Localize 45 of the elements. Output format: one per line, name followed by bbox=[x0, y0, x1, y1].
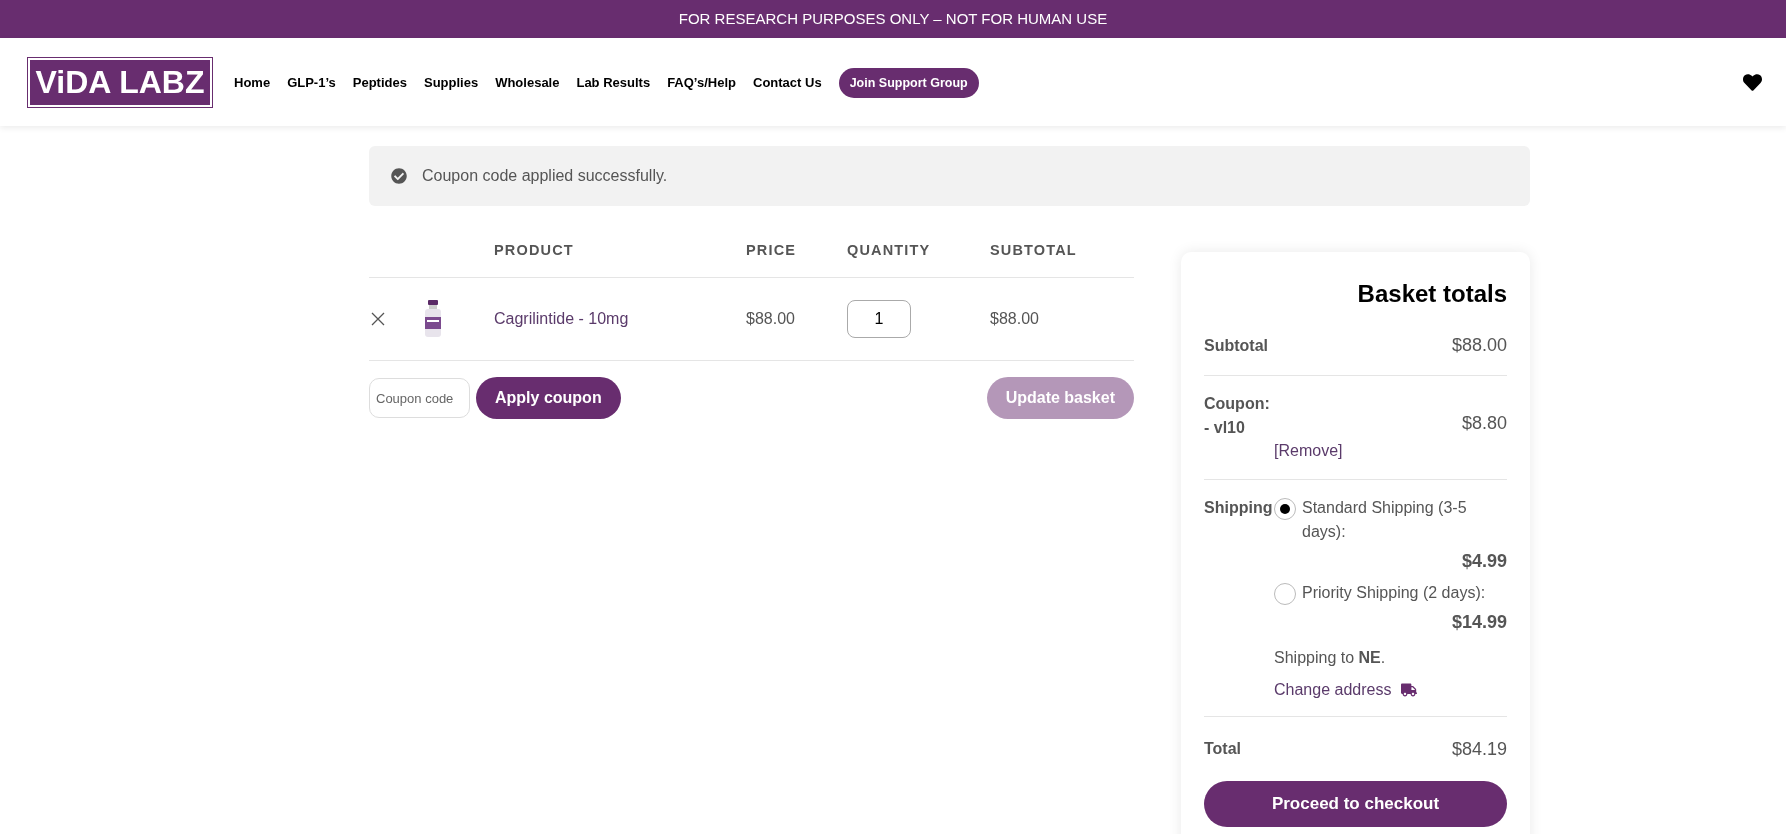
shipping-radio[interactable] bbox=[1274, 498, 1296, 520]
shipping-radio[interactable] bbox=[1274, 583, 1296, 605]
shipping-option-label: Standard Shipping (3-5 days): bbox=[1302, 498, 1468, 542]
remove-coupon-link[interactable]: [Remove] bbox=[1274, 439, 1343, 463]
quantity-input[interactable]: 1 bbox=[847, 300, 911, 338]
column-header: SUBTOTAL bbox=[990, 240, 1077, 260]
column-header: QUANTITY bbox=[847, 240, 932, 260]
proceed-to-checkout-button[interactable]: Proceed to checkout bbox=[1204, 781, 1507, 827]
nav-link[interactable]: Lab Results bbox=[576, 73, 651, 93]
coupon-code-input[interactable]: Coupon code bbox=[369, 378, 470, 418]
product-thumbnail bbox=[423, 300, 443, 338]
price-cell-text: $88.00 bbox=[746, 309, 796, 329]
shipping-price: $14.99 bbox=[1450, 611, 1507, 634]
check-icon bbox=[391, 168, 407, 184]
subtotal-value: $88.00 bbox=[1451, 334, 1507, 357]
shipping-destination: Shipping to NE. bbox=[1274, 648, 1387, 668]
remove-icon[interactable] bbox=[371, 312, 385, 326]
change-address-link[interactable]: Change address bbox=[1274, 678, 1392, 702]
coupon-label: Coupon: - vl10 bbox=[1204, 394, 1271, 438]
coupon-discount: $8.80 bbox=[1460, 412, 1507, 435]
total-value: $84.19 bbox=[1451, 737, 1507, 761]
column-header: PRICE bbox=[746, 240, 798, 260]
notice-text: Coupon code applied successfully. bbox=[422, 166, 668, 186]
shipping-label: Shipping bbox=[1204, 498, 1274, 518]
nav-link[interactable]: Home bbox=[234, 73, 271, 93]
subtotal-cell-text: $88.00 bbox=[990, 309, 1039, 329]
nav-link[interactable]: Contact Us bbox=[753, 73, 822, 93]
truck-icon bbox=[1401, 683, 1418, 697]
card-title: Basket totals bbox=[1356, 279, 1507, 309]
column-header: PRODUCT bbox=[494, 240, 575, 260]
product-link[interactable]: Cagrilintide - 10mg bbox=[494, 307, 746, 331]
site-logo[interactable]: ViDA LABZ bbox=[28, 57, 212, 107]
nav-link[interactable]: Peptides bbox=[352, 73, 407, 93]
subtotal-label: Subtotal bbox=[1204, 335, 1268, 356]
join-support-group-button[interactable]: Join Support Group bbox=[838, 68, 979, 98]
shipping-price: $4.99 bbox=[1460, 550, 1507, 573]
shipping-option-label: Priority Shipping (2 days): bbox=[1302, 583, 1486, 603]
announcement-bar: FOR RESEARCH PURPOSES ONLY – NOT FOR HUMAN USE bbox=[0, 0, 1786, 38]
nav-link[interactable]: Supplies bbox=[423, 73, 479, 93]
nav-link[interactable]: GLP-1’s bbox=[287, 73, 336, 93]
apply-coupon-button[interactable]: Apply coupon bbox=[476, 377, 621, 419]
heart-icon[interactable] bbox=[1743, 72, 1762, 92]
nav-link[interactable]: Wholesale bbox=[495, 73, 560, 93]
nav-link[interactable]: FAQ’s/Help bbox=[667, 73, 736, 93]
total-label: Total bbox=[1204, 739, 1242, 759]
